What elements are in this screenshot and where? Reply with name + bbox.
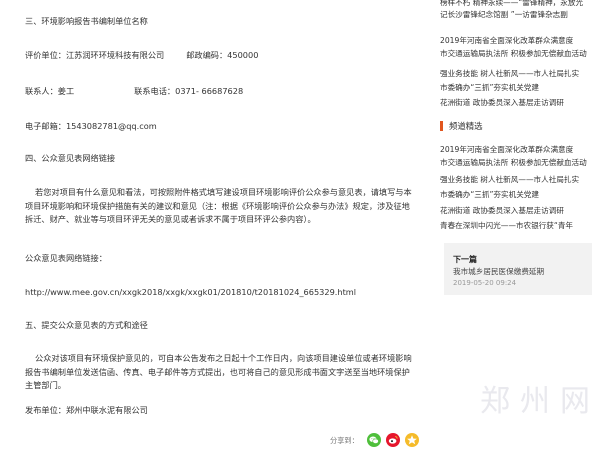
next-article-link[interactable]: 我市城乡居民医保缴费延期 — [453, 266, 544, 277]
featured-news-item[interactable]: 花洲街道 政协委员深入基层走访调研 — [440, 205, 592, 216]
article-body: 三、环境影响报告书编制单位名称 评价单位：江苏润环环境科技有限公司 邮政编码：45… — [0, 0, 430, 460]
link-label: 公众意见表网络链接： — [25, 253, 107, 263]
email-value: 1543082781@qq.com — [65, 121, 157, 131]
postcode-label: 邮政编码： — [186, 50, 228, 60]
contact-row: 联系人：姜工 联系电话：0371- 66687628 — [25, 85, 243, 98]
site-watermark: 郑州网 — [480, 384, 600, 419]
featured-news-item[interactable]: 强业务技能 树人社新风——市人社局扎实 — [440, 174, 592, 185]
featured-news-item[interactable]: 2019年河南省全面深化改革群众满意度 — [440, 144, 592, 155]
phone-value: 0371- 66687628 — [175, 86, 244, 96]
sidebar-news-item[interactable]: 市委确办“三抓”夯实机关党建 — [440, 82, 592, 93]
next-article-date: 2019-05-20 09:24 — [453, 279, 517, 287]
sidebar-news-item[interactable]: 花洲街道 政协委员深入基层走访调研 — [440, 97, 592, 108]
sidebar-news-item[interactable]: 2019年河南省全面深化改革群众满意度 — [440, 35, 592, 46]
section-4-heading: 四、公众意见表网络链接 — [25, 153, 116, 163]
section-3-heading: 三、环境影响报告书编制单位名称 — [25, 16, 148, 26]
next-article-title: 下一篇 — [453, 255, 477, 264]
evaluator-value: 江苏润环环境科技有限公司 — [65, 50, 165, 60]
weibo-icon[interactable] — [386, 433, 400, 447]
contact-value: 姜工 — [57, 86, 75, 96]
featured-news-item[interactable]: 青春在深圳中闪光——市农银行获“青年 — [440, 220, 592, 231]
wechat-icon[interactable] — [367, 433, 381, 447]
sidebar-news-item[interactable]: 市交通运输局执法所 积极参加无偿献血活动 — [440, 48, 592, 59]
opinion-form-link[interactable]: http://www.mee.gov.cn/xxgk2018/xxgk/xxgk… — [25, 286, 356, 299]
sidebar-news-item[interactable]: 强业务技能 树人社新风——市人社局扎实 — [440, 68, 592, 79]
sidebar-news-item[interactable]: 榜样不朽 精神永续——“雷锋精神，永放光 — [440, 0, 592, 8]
email-label: 电子邮箱： — [25, 121, 66, 131]
share-label: 分享到： — [330, 436, 359, 445]
featured-news-item[interactable]: 市交通运输局执法所 积极参加无偿献血活动 — [440, 157, 592, 168]
channel-picks-title: 频道精选 — [449, 121, 483, 131]
sidebar-news-item[interactable]: 记长沙雷锋纪念馆副 ”一访雷锋杂志副 — [440, 9, 592, 20]
section-5-paragraph: 公众对该项目有环境保护意见的，可自本公告发布之日起十个工作日内，向该项目建设单位… — [25, 353, 412, 391]
section-5-heading: 五、提交公众意见表的方式和途径 — [25, 320, 148, 330]
section-4-paragraph: 若您对项目有什么意见和看法，可按照附件格式填写建设项目环境影响评价公众参与意见表… — [25, 187, 412, 225]
evaluator-label: 评价单位： — [25, 50, 66, 60]
publisher-label: 发布单位： — [25, 405, 66, 415]
featured-news-item[interactable]: 市委确办“三抓”夯实机关党建 — [440, 189, 592, 200]
contact-label: 联系人： — [25, 86, 58, 96]
qzone-icon[interactable] — [405, 433, 419, 447]
section-accent-bar — [440, 121, 443, 131]
next-article-box[interactable]: 下一篇 我市城乡居民医保缴费延期 2019-05-20 09:24 — [444, 243, 592, 295]
phone-label: 联系电话： — [134, 86, 176, 96]
publisher-value: 郑州中联水泥有限公司 — [65, 405, 148, 415]
publisher-row: 发布单位：郑州中联水泥有限公司 — [25, 404, 148, 417]
email-row: 电子邮箱：1543082781@qq.com — [25, 120, 157, 133]
postcode-value: 450000 — [227, 50, 259, 60]
evaluator-row: 评价单位：江苏润环环境科技有限公司 邮政编码：450000 — [25, 49, 258, 62]
